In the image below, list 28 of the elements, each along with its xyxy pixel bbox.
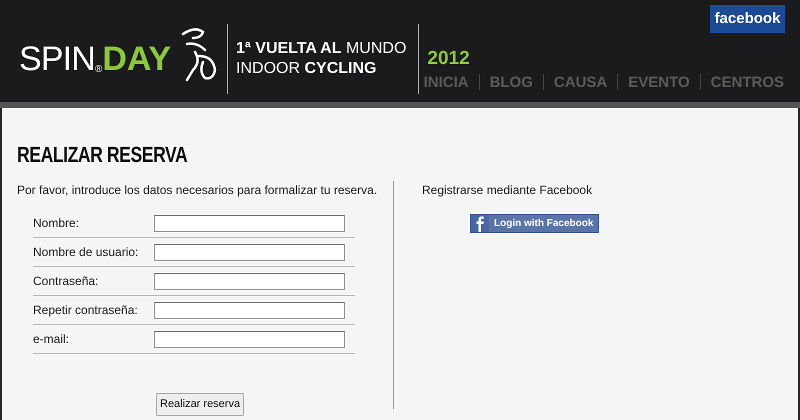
field-label: Contraseña: (33, 273, 100, 290)
tagline: INDOOR CYCLING (236, 59, 378, 79)
nav-link[interactable]: CENTROS (710, 74, 784, 90)
facebook-login-button[interactable]: Login with Facebook (470, 214, 600, 233)
field-label: e-mail: (33, 331, 70, 348)
tagline: 1ª VUELTA AL MUNDO (236, 39, 406, 59)
nav-link[interactable]: EVENTO (628, 74, 690, 90)
section-heading: Registrarse mediante Facebook (422, 182, 594, 199)
input-field[interactable] (154, 214, 345, 232)
field-label: Repetir contraseña: (33, 302, 139, 319)
nav-link[interactable]: INICIA (424, 74, 469, 90)
year-text: 2012 (427, 46, 470, 71)
registered-mark: ® (94, 65, 102, 75)
input-field[interactable] (154, 330, 345, 348)
facebook-icon (471, 215, 489, 232)
nav-link[interactable]: CAUSA (554, 74, 608, 90)
logo-text: DAY (102, 42, 172, 76)
field-label: Nombre: (33, 215, 80, 232)
submit-button[interactable]: Realizar reserva (156, 393, 244, 416)
page-title: REALIZAR RESERVA (17, 144, 188, 166)
input-field[interactable] (154, 272, 345, 290)
field-label: Nombre de usuario: (33, 244, 140, 261)
logo-text: SPIN (19, 42, 95, 76)
input-field[interactable] (154, 244, 345, 260)
intro-text: Por favor, introduce los datos necesarios para formalizar tu reserva. (17, 182, 378, 199)
input-field[interactable] (154, 302, 345, 318)
facebook-link[interactable]: facebook (710, 5, 785, 33)
nav-link[interactable]: BLOG (490, 74, 533, 90)
